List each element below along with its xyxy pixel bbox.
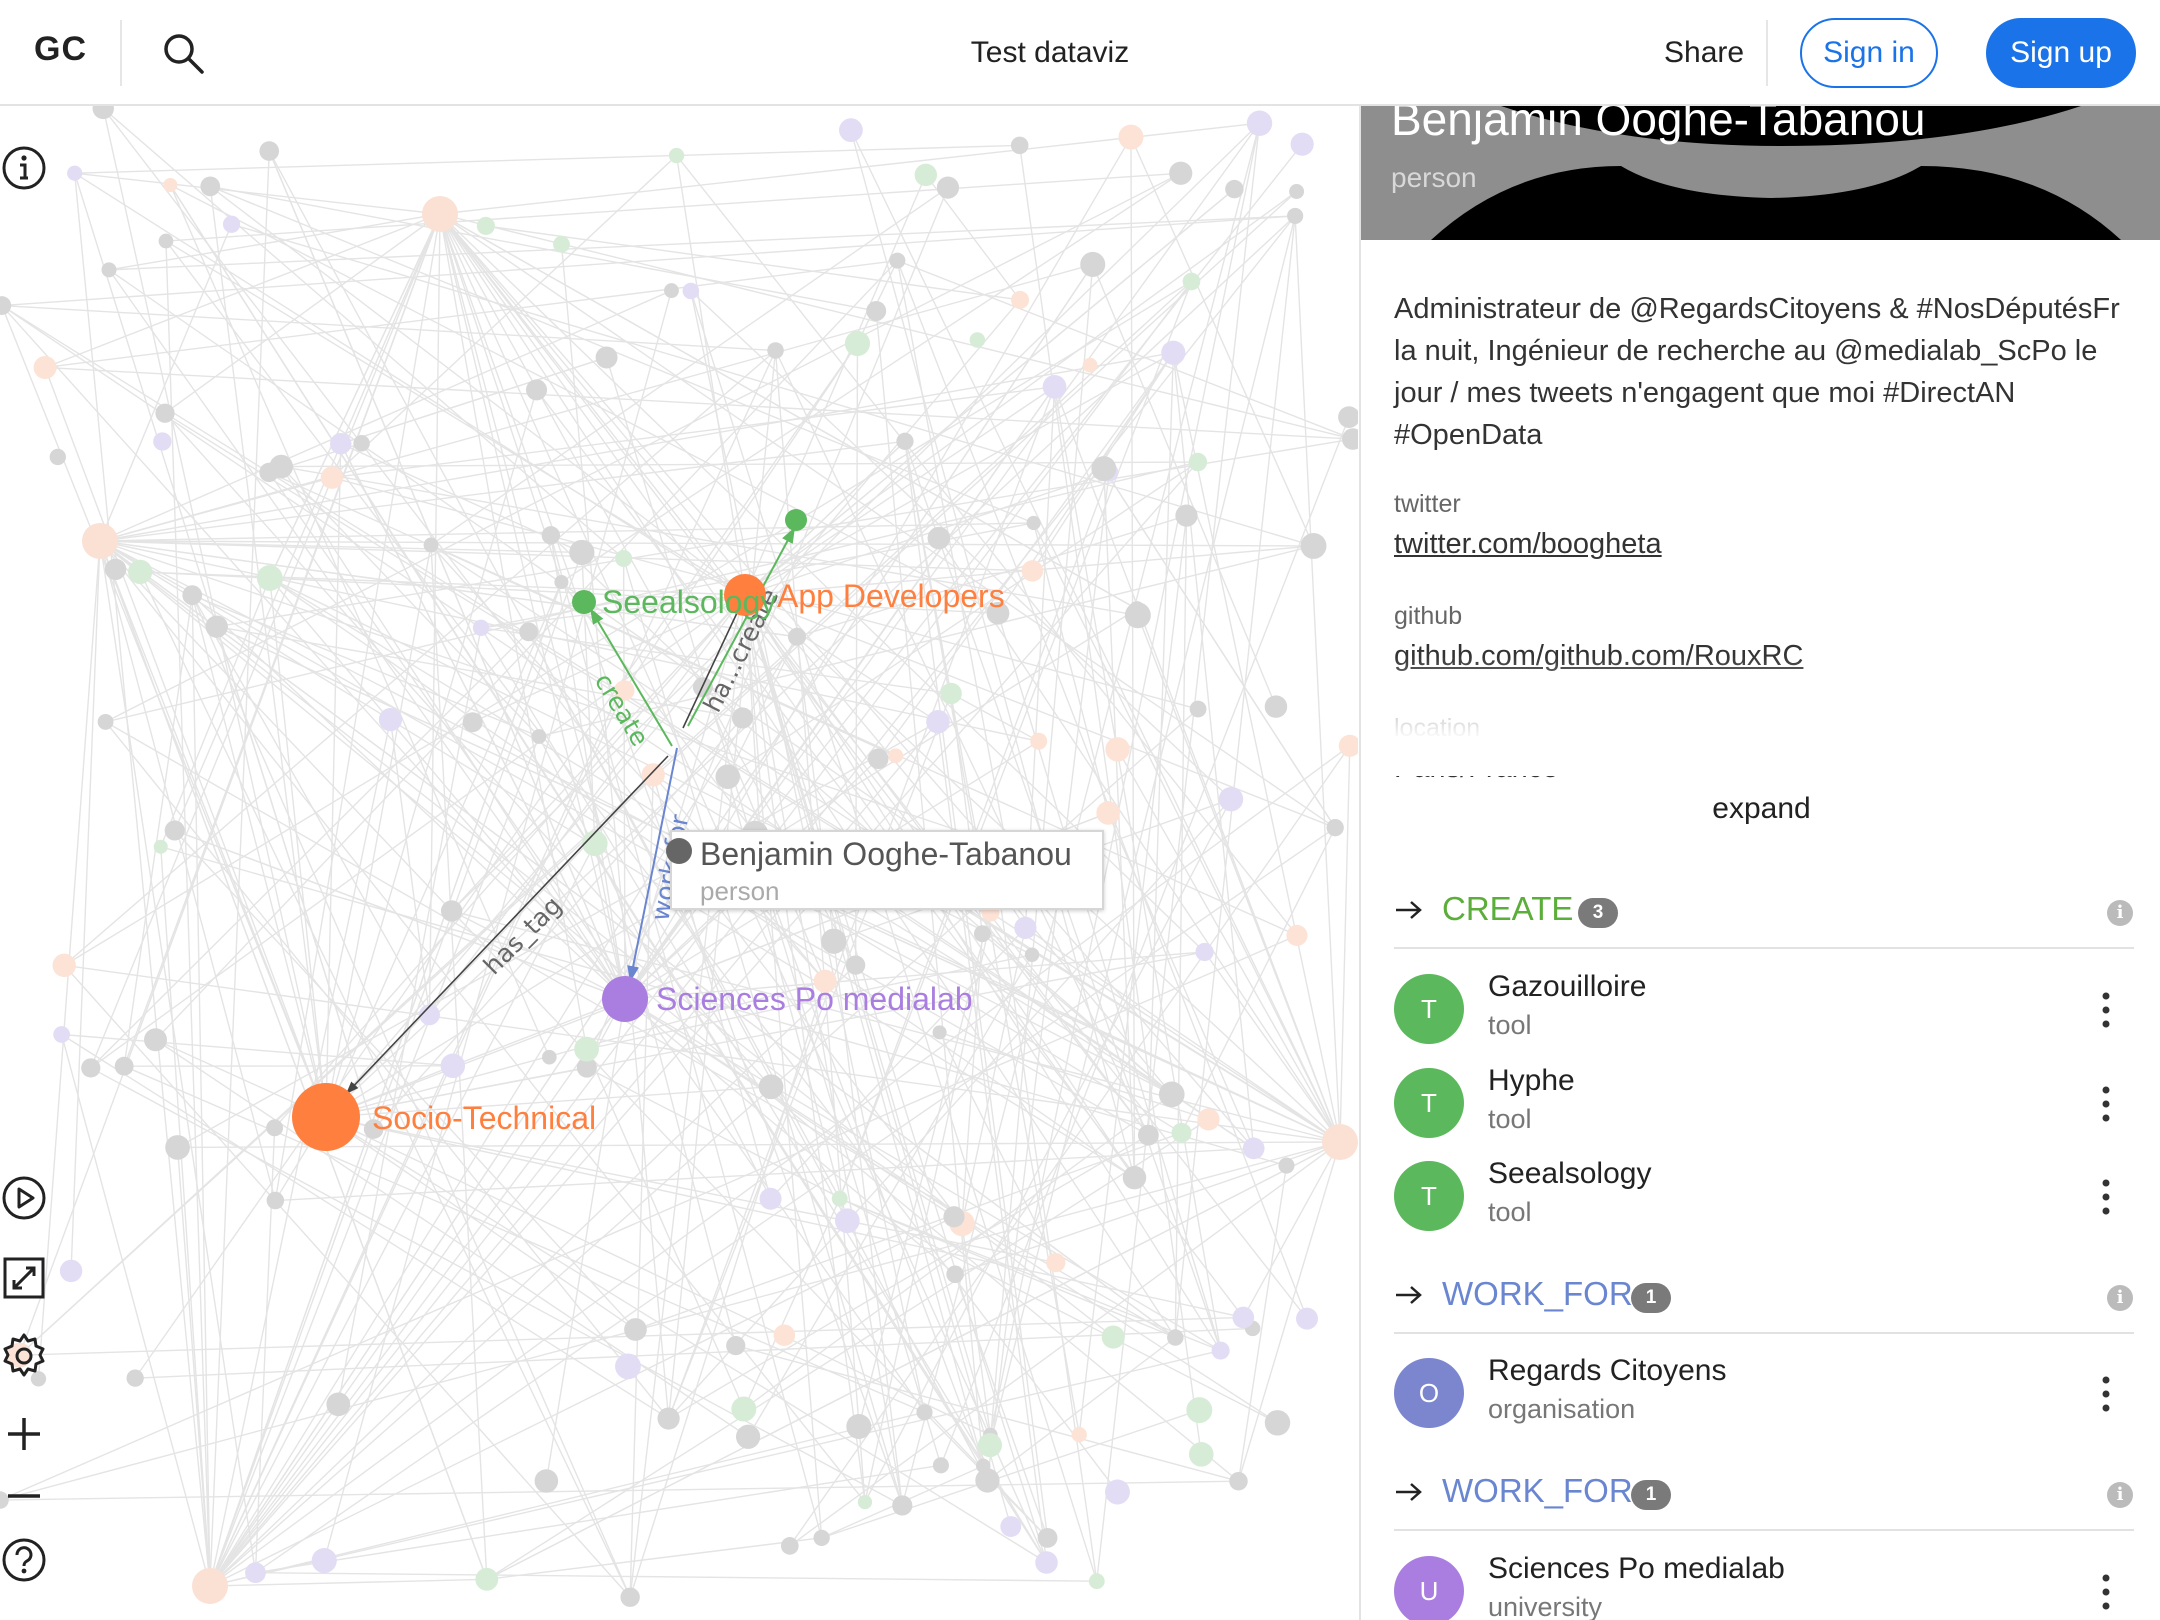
profile-description: Administrateur de @RegardsCitoyens & #No… [1394, 293, 2120, 451]
list-item[interactable]: T Seealsology tool [1394, 1153, 2134, 1243]
selected-node-type: person [700, 876, 780, 906]
avatar: T [1394, 1068, 1464, 1138]
section-header-work-for[interactable]: WORK_FOR 1 i [1394, 1269, 2134, 1325]
help-icon[interactable] [0, 1536, 48, 1584]
list-item[interactable]: U Sciences Po medialab university [1394, 1548, 2134, 1620]
item-name[interactable]: Regards Citoyens [1488, 1354, 1726, 1388]
avatar: T [1394, 974, 1464, 1044]
node-label-seealsology: Seealsology [602, 584, 776, 620]
more-vertical-icon[interactable] [2096, 1374, 2116, 1414]
play-icon[interactable] [0, 1174, 48, 1222]
section-info-icon[interactable]: i [2107, 900, 2133, 926]
item-type: university [1488, 1592, 1603, 1620]
node-label-socio-technical: Socio-Technical [372, 1100, 596, 1136]
item-name[interactable]: Sciences Po medialab [1488, 1552, 1785, 1586]
node-label-sciences-po-medialab: Sciences Po medialab [656, 981, 973, 1017]
item-type: tool [1488, 1197, 1532, 1227]
profile-header: Benjamin Ooghe-Tabanou person [1361, 106, 2160, 240]
field-value-twitter[interactable]: twitter.com/boogheta [1394, 528, 1662, 561]
description-fade [1361, 656, 2160, 776]
arrow-right-icon [1396, 1286, 1422, 1304]
arrow-right-icon [1396, 901, 1422, 919]
list-item[interactable]: T Hyphe tool [1394, 1060, 2134, 1150]
node-seealsology[interactable] [572, 590, 596, 614]
more-vertical-icon[interactable] [2096, 990, 2116, 1030]
zoom-out-icon[interactable] [0, 1472, 48, 1520]
settings-icon[interactable] [0, 1332, 48, 1380]
edge-has-tag-socio-technical [345, 755, 669, 1095]
page-title: Test dataviz [970, 36, 1130, 69]
zoom-in-icon[interactable] [0, 1410, 48, 1458]
edge-label-has-tag: has_tag [478, 891, 568, 981]
more-vertical-icon[interactable] [2096, 1084, 2116, 1124]
divider [1766, 20, 1768, 86]
section-header-work-for[interactable]: WORK_FOR 1 i [1394, 1466, 2134, 1522]
section-header-create[interactable]: CREATE 3 i [1394, 884, 2134, 940]
share-button[interactable]: Share [1664, 36, 1744, 70]
fullscreen-icon[interactable] [0, 1254, 48, 1302]
section-label: CREATE [1442, 890, 1574, 927]
info-icon[interactable] [0, 144, 48, 192]
section-label: WORK_FOR [1442, 1275, 1633, 1312]
section-divider [1394, 1529, 2134, 1531]
node-extra-green[interactable] [785, 509, 807, 531]
sign-up-button[interactable]: Sign up [1986, 18, 2136, 88]
node-sciences-po-medialab[interactable] [602, 976, 648, 1022]
selected-node[interactable] [664, 836, 694, 866]
section-count-badge: 1 [1631, 1480, 1671, 1510]
item-name[interactable]: Hyphe [1488, 1064, 1575, 1098]
sign-in-button[interactable]: Sign in [1800, 18, 1938, 88]
profile-name: Benjamin Ooghe-Tabanou [1391, 106, 1926, 145]
more-vertical-icon[interactable] [2096, 1177, 2116, 1217]
section-info-icon[interactable]: i [2107, 1285, 2133, 1311]
section-count-badge: 1 [1631, 1283, 1671, 1313]
section-count-badge: 3 [1578, 898, 1618, 928]
selected-node-label[interactable]: Benjamin Ooghe-Tabanou person [670, 830, 1104, 910]
avatar: T [1394, 1161, 1464, 1231]
profile-type: person [1391, 162, 1477, 193]
field-label-github: github [1394, 602, 1463, 630]
section-divider [1394, 947, 2134, 949]
arrow-right-icon [1396, 1483, 1422, 1501]
avatar: O [1394, 1358, 1464, 1428]
graph-canvas[interactable]: create ha...create work_for has_tag Seea… [0, 106, 1358, 1620]
section-label: WORK_FOR [1442, 1472, 1633, 1509]
list-item[interactable]: O Regards Citoyens organisation [1394, 1350, 2134, 1440]
more-vertical-icon[interactable] [2096, 1572, 2116, 1612]
edge-label-create: create [589, 668, 655, 751]
list-item[interactable]: T Gazouilloire tool [1394, 966, 2134, 1056]
avatar: U [1394, 1556, 1464, 1620]
expand-button[interactable]: expand [1361, 792, 2160, 826]
section-divider [1394, 1332, 2134, 1334]
node-details-panel: Benjamin Ooghe-Tabanou person Administra… [1359, 106, 2160, 1620]
field-label-twitter: twitter [1394, 490, 1461, 518]
node-label-app-developers: App Developers [777, 578, 1005, 614]
item-name[interactable]: Seealsology [1488, 1157, 1651, 1191]
selected-node-name: Benjamin Ooghe-Tabanou [700, 836, 1072, 872]
node-socio-technical[interactable] [292, 1083, 360, 1151]
item-name[interactable]: Gazouilloire [1488, 970, 1646, 1004]
item-type: organisation [1488, 1394, 1636, 1424]
item-type: tool [1488, 1104, 1532, 1134]
top-bar: GC Test dataviz Share Sign in Sign up [0, 0, 2160, 106]
item-type: tool [1488, 1010, 1532, 1040]
section-info-icon[interactable]: i [2107, 1482, 2133, 1508]
